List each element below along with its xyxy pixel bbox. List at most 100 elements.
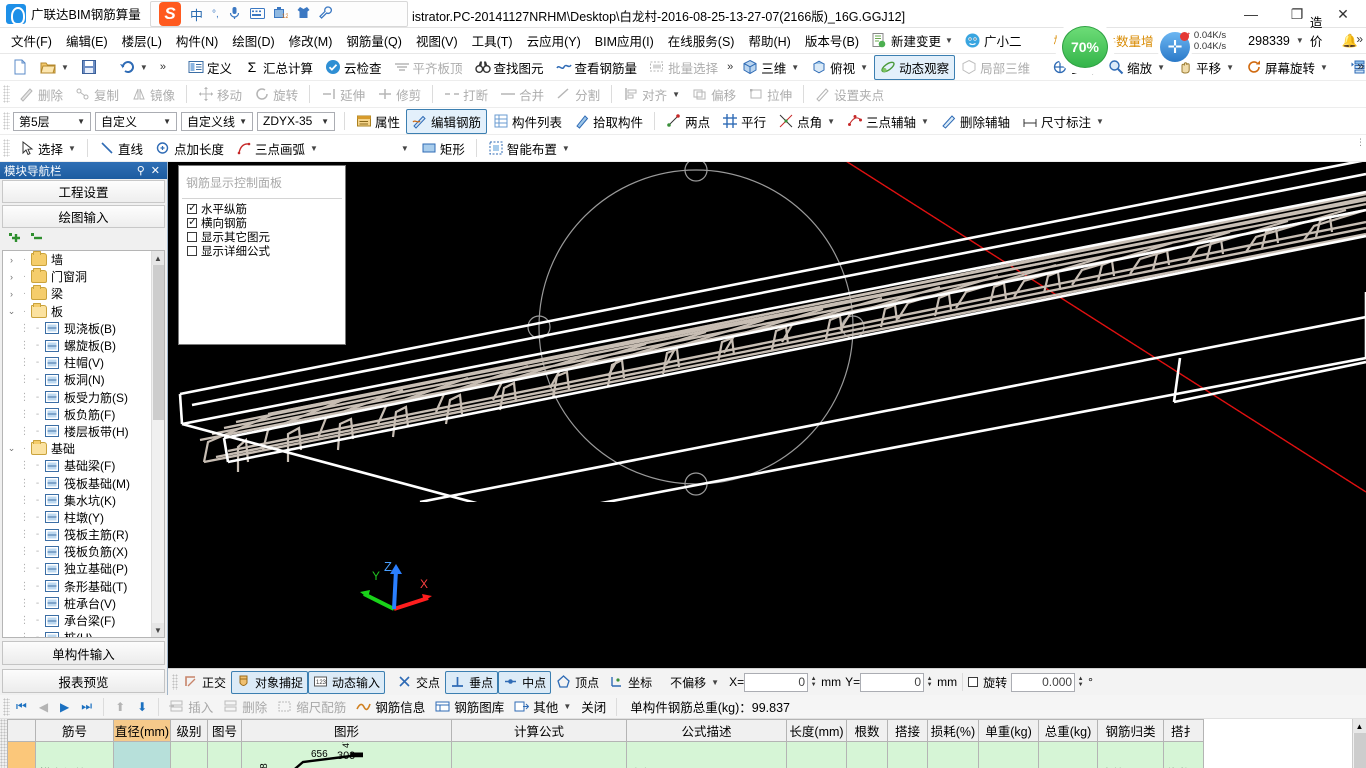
rotate-spinner[interactable]: ▲ ▼ xyxy=(1075,676,1086,688)
column-header-3[interactable]: 图号 xyxy=(207,719,242,742)
ortho-toggle[interactable]: 正交 xyxy=(178,671,231,694)
tree-item-筏板基础m[interactable]: ⋮ - 筏板基础(M) xyxy=(3,474,164,491)
rebar-option-show-detail-formula[interactable]: 显示详细公式 xyxy=(187,244,342,258)
move-down-button[interactable]: ⬇ xyxy=(131,698,153,716)
chevron-down-icon[interactable]: ▼ xyxy=(59,63,69,72)
user-nick-button[interactable]: 广小二 xyxy=(959,31,1028,50)
two-point-axis-button[interactable]: 两点 xyxy=(660,109,716,134)
floor-select[interactable]: 第5层 ▼ xyxy=(13,111,91,131)
cloud-check-button[interactable]: 云检查 xyxy=(319,55,388,80)
quick-toolbar-overflow-icon[interactable]: » xyxy=(154,61,172,73)
column-header-9[interactable]: 搭接 xyxy=(887,719,928,742)
chevron-down-icon[interactable]: ▼ xyxy=(825,117,835,126)
cell-搭接[interactable]: 0 xyxy=(887,741,928,768)
chevron-down-icon[interactable]: ▼ xyxy=(236,117,250,126)
rebar-library-button[interactable]: 钢筋图库 xyxy=(430,695,509,718)
rebar-option-show-other-elements[interactable]: 显示其它图元 xyxy=(187,230,342,244)
column-header-5[interactable]: 计算公式 xyxy=(451,719,627,742)
chevron-down-icon[interactable]: ▼ xyxy=(318,117,332,126)
keyboard-icon[interactable] xyxy=(249,6,265,22)
sidebar-button-report-preview[interactable]: 报表预览 xyxy=(2,669,165,693)
wrench-icon[interactable] xyxy=(318,6,332,22)
menu-rebar-qty[interactable]: 钢筋量(Q) xyxy=(339,28,409,53)
chevron-down-icon[interactable]: ▼ xyxy=(561,702,571,711)
table-row[interactable]: 1*横向钢筋.18Φ0 178 53 78 656 309 47 1525净长1… xyxy=(7,741,1204,768)
menu-draw[interactable]: 绘图(D) xyxy=(225,28,281,53)
user-menu-chevron-icon[interactable]: ▼ xyxy=(1290,36,1310,45)
tree-item-梁[interactable]: › · 梁 xyxy=(3,285,164,302)
y-coord-input[interactable]: 0 xyxy=(860,672,925,692)
cell-公式描述[interactable]: 净长 xyxy=(626,741,787,768)
ime-floating-toolbar[interactable]: S 中 °, 12 xyxy=(150,1,408,27)
tree-item-集水坑k[interactable]: ⋮ - 集水坑(K) xyxy=(3,492,164,509)
menu-tools[interactable]: 工具(T) xyxy=(465,28,520,53)
cell-直径mm[interactable]: 8 xyxy=(113,741,171,768)
batch-select-button[interactable]: 批量选择 xyxy=(643,55,724,80)
column-header-12[interactable]: 总重(kg) xyxy=(1038,719,1098,742)
component-tree-scroll[interactable]: › · 墙 › · 门窗洞 › · 梁 ⌄ · 板 ⋮ - 现浇板(B) ⋮ - 螺旋板(B) ⋮ - 柱帽(V) ⋮ - 板… xyxy=(3,251,164,637)
component-tree[interactable]: › · 墙 › · 门窗洞 › · 梁 ⌄ · 板 ⋮ - 现浇板(B) ⋮ - 螺旋板(B) ⋮ - 柱帽(V) ⋮ - 板… xyxy=(2,250,165,638)
tree-item-板受力筋s[interactable]: ⋮ - 板受力筋(S) xyxy=(3,389,164,406)
tree-item-基础[interactable]: ⌄ · 基础 xyxy=(3,440,164,457)
cell-总重kg[interactable]: 40.359 xyxy=(1038,741,1098,768)
chevron-right-icon[interactable]: › xyxy=(5,289,18,299)
menu-help[interactable]: 帮助(H) xyxy=(741,28,797,53)
tree-item-螺旋板b[interactable]: ⋮ - 螺旋板(B) xyxy=(3,337,164,354)
column-header-7[interactable]: 长度(mm) xyxy=(786,719,847,742)
y-coord-spinner[interactable]: ▲ ▼ xyxy=(924,676,935,688)
other-menu-button[interactable]: 其他 ▼ xyxy=(509,695,576,718)
table-vertical-scrollbar[interactable]: ▲ ▼ xyxy=(1352,719,1366,768)
tree-item-墙[interactable]: › · 墙 xyxy=(3,251,164,268)
cell-损耗[interactable]: 0 xyxy=(927,741,979,768)
user-id-label[interactable]: 298339 xyxy=(1248,34,1290,48)
column-header-1[interactable]: 直径(mm) xyxy=(113,719,171,742)
component-type-select[interactable]: 自定义线 ▼ xyxy=(181,111,253,131)
delete-axis-button[interactable]: 删除辅轴 xyxy=(935,109,1016,134)
component-list-button[interactable]: 构件列表 xyxy=(487,109,568,134)
cell-图号[interactable]: 0 xyxy=(207,741,242,768)
cell-筋号[interactable]: 横向钢筋.1 xyxy=(35,741,114,768)
minimize-button[interactable]: — xyxy=(1228,0,1274,28)
split-button[interactable]: 分割 xyxy=(550,82,606,107)
new-change-button[interactable]: 新建变更 ▼ xyxy=(866,31,959,50)
column-header-2[interactable]: 级别 xyxy=(170,719,208,742)
ime-punctuation-icon[interactable]: °, xyxy=(212,9,219,20)
cell-根数[interactable]: 67 xyxy=(846,741,888,768)
offset-mode-dropdown[interactable]: 不偏移 ▼ xyxy=(665,671,724,694)
menu-modify[interactable]: 修改(M) xyxy=(282,28,340,53)
3d-model-canvas[interactable]: 6 xyxy=(168,162,1366,502)
tree-item-板负筋f[interactable]: ⋮ - 板负筋(F) xyxy=(3,406,164,423)
ime-mode-button[interactable]: 中 xyxy=(190,5,203,24)
close-icon[interactable]: ✕ xyxy=(148,164,163,177)
midpoint-snap-toggle[interactable]: 中点 xyxy=(498,670,552,694)
move-up-button[interactable]: ⬆ xyxy=(109,698,131,716)
cell-钢筋归类[interactable]: 直筋 xyxy=(1097,741,1164,768)
toolbar-grip[interactable] xyxy=(3,85,10,103)
summary-calc-button[interactable]: Σ 汇总计算 xyxy=(238,55,319,80)
osnap-toggle[interactable]: 对象捕捉 xyxy=(231,670,309,694)
chevron-down-icon[interactable]: ▼ xyxy=(560,144,570,153)
prev-row-button[interactable]: ◀ xyxy=(33,698,54,716)
point-length-tool-button[interactable]: 点加长度 xyxy=(149,136,230,161)
close-grid-button[interactable]: 关闭 xyxy=(576,695,611,718)
scroll-up-icon[interactable]: ▲ xyxy=(1353,719,1366,733)
scroll-up-icon[interactable]: ▲ xyxy=(152,251,164,265)
tree-item-柱帽v[interactable]: ⋮ - 柱帽(V) xyxy=(3,354,164,371)
column-header-10[interactable]: 损耗(%) xyxy=(927,719,979,742)
dynamic-input-toggle[interactable]: 123 动态输入 xyxy=(308,670,386,694)
chevron-down-icon[interactable]: ▼ xyxy=(670,90,680,99)
chevron-down-icon[interactable]: ▼ xyxy=(1318,63,1328,72)
zoom-button[interactable]: 缩放 ▼ xyxy=(1102,55,1171,80)
offset-button[interactable]: 偏移 xyxy=(686,82,742,107)
cell-搭扌[interactable]: 绑扎 xyxy=(1163,741,1204,768)
menu-floor[interactable]: 楼层(L) xyxy=(115,28,169,53)
cell-计算公式[interactable]: 1525 xyxy=(451,741,627,768)
view-3d-button[interactable]: 三维 ▼ xyxy=(736,55,805,80)
3d-viewport[interactable]: 6 钢筋显示控制面板 水平纵筋 横向钢筋 显示其它图元 xyxy=(168,162,1366,695)
tree-item-基础梁f[interactable]: ⋮ - 基础梁(F) xyxy=(3,457,164,474)
chevron-down-icon[interactable]: ▼ xyxy=(1224,63,1234,72)
tree-item-桩承台v[interactable]: ⋮ - 桩承台(V) xyxy=(3,595,164,612)
remove-node-icon[interactable] xyxy=(30,231,46,248)
tree-item-门窗洞[interactable]: › · 门窗洞 xyxy=(3,268,164,285)
rotate-button[interactable]: 旋转 xyxy=(248,82,304,107)
